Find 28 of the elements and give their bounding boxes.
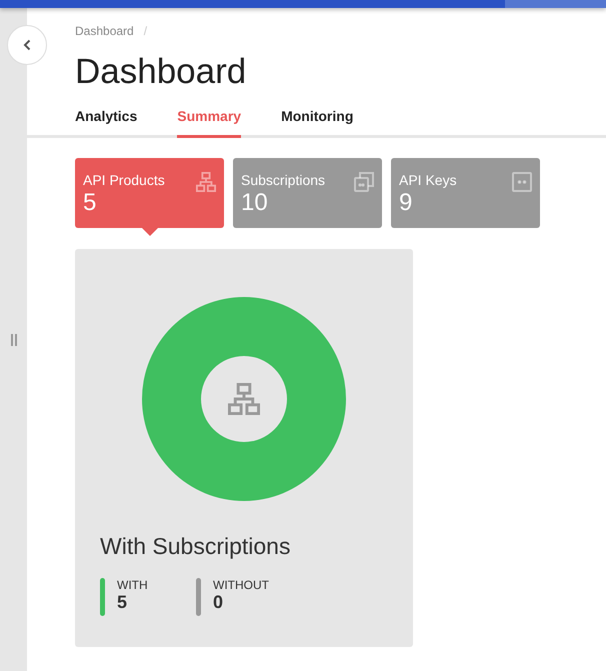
stat-label: API Keys — [399, 172, 457, 188]
pointer-icon — [142, 228, 158, 236]
stat-label: Subscriptions — [241, 172, 326, 188]
stat-value: 5 — [83, 190, 98, 216]
chevron-left-icon — [23, 39, 31, 51]
stat-value: 10 — [241, 190, 269, 216]
stat-value: 9 — [399, 190, 414, 216]
sitemap-icon — [196, 172, 216, 192]
stacked-squares-icon — [354, 172, 374, 192]
legend-value: 5 — [117, 592, 128, 613]
legend-label: WITHOUT — [213, 578, 269, 592]
drag-handle-icon[interactable] — [10, 334, 16, 346]
page-title: Dashboard — [75, 52, 248, 92]
stat-card[interactable]: API Products 5 — [75, 158, 224, 228]
legend-value: 0 — [213, 592, 224, 613]
card-title: With Subscriptions — [100, 533, 290, 560]
sitemap-icon — [228, 383, 260, 415]
square-dots-icon — [512, 172, 532, 192]
tab[interactable]: Monitoring — [281, 108, 354, 138]
back-button[interactable] — [7, 25, 47, 65]
stat-card[interactable]: Subscriptions 10 — [233, 158, 382, 228]
tab[interactable]: Summary — [177, 108, 242, 138]
stat-label: API Products — [83, 172, 165, 188]
stat-card[interactable]: API Keys 9 — [391, 158, 540, 228]
tab[interactable]: Analytics — [75, 108, 138, 138]
breadcrumb-separator: / — [144, 24, 148, 38]
breadcrumb-link[interactable]: Dashboard — [75, 24, 134, 38]
legend-label: WITH — [117, 578, 148, 592]
